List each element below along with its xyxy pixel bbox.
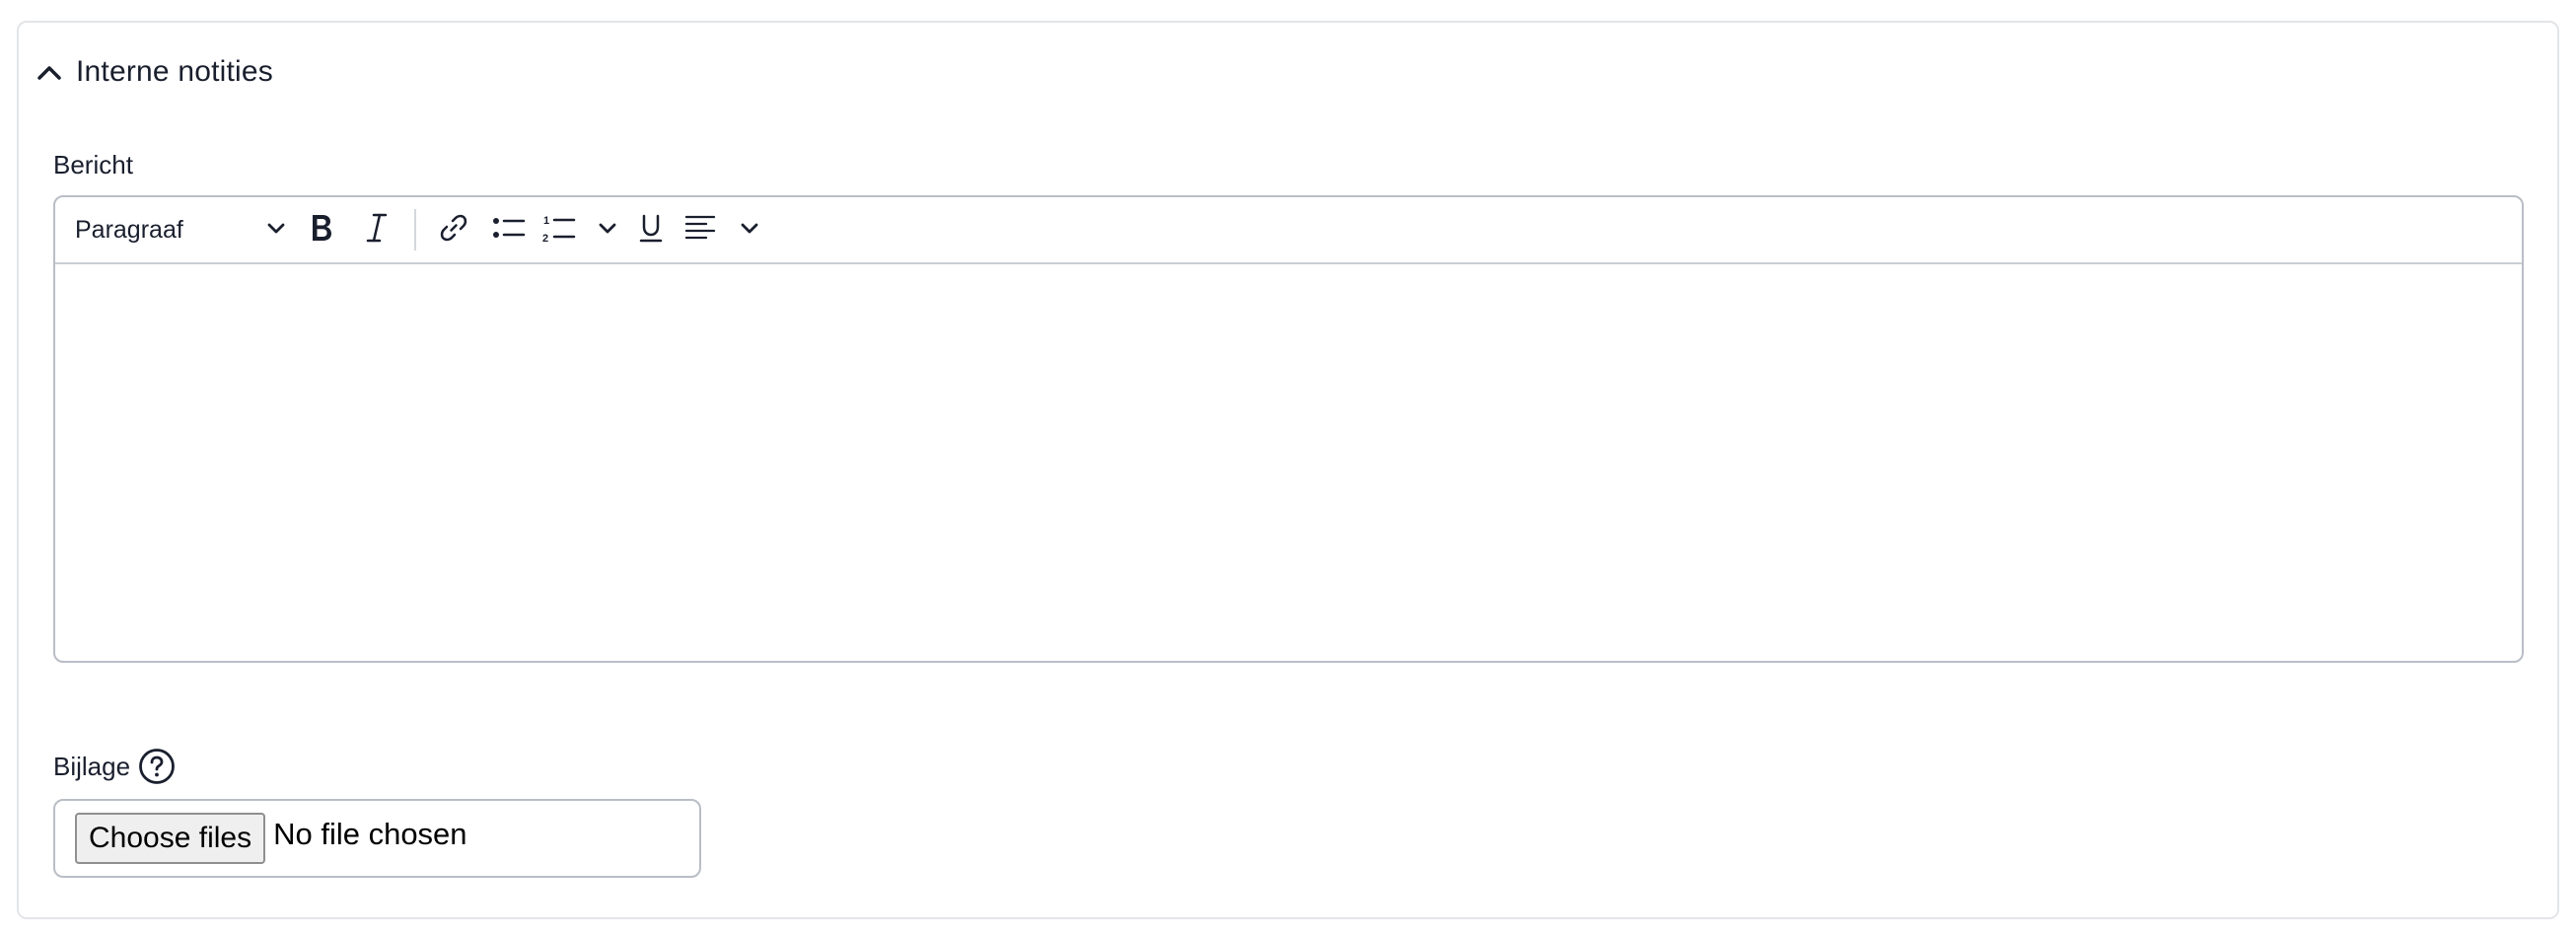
- link-icon: [439, 213, 468, 248]
- paragraph-style-label: Paragraaf: [75, 215, 183, 244]
- file-status-text: No file chosen: [273, 817, 467, 851]
- align-left-icon: [684, 213, 716, 248]
- bold-icon: [308, 212, 335, 249]
- help-icon[interactable]: [138, 748, 176, 785]
- chevron-down-icon: [266, 221, 286, 240]
- bulleted-list-icon: [492, 213, 526, 248]
- paragraph-style-dropdown[interactable]: Paragraaf: [75, 204, 294, 255]
- svg-text:1: 1: [543, 215, 549, 227]
- bold-button[interactable]: [300, 204, 343, 255]
- chevron-down-icon: [598, 221, 617, 240]
- message-editor-body[interactable]: [55, 264, 2522, 661]
- section-title: Interne notities: [76, 55, 273, 88]
- italic-icon: [365, 212, 389, 249]
- numbered-list-button[interactable]: 1 2: [542, 204, 617, 255]
- rich-text-editor: Paragraaf 1 2: [53, 195, 2524, 663]
- file-upload-field: Choose files No file chosen: [53, 799, 701, 878]
- attachment-label-row: Bijlage: [53, 746, 176, 787]
- choose-files-button[interactable]: Choose files: [75, 813, 266, 864]
- editor-toolbar: Paragraaf 1 2: [55, 197, 2522, 264]
- italic-button[interactable]: [355, 204, 398, 255]
- chevron-down-icon: [740, 221, 759, 240]
- attachment-label: Bijlage: [53, 751, 131, 781]
- svg-text:2: 2: [542, 233, 548, 244]
- alignment-button[interactable]: [684, 204, 759, 255]
- message-label: Bericht: [53, 150, 133, 180]
- bulleted-list-button[interactable]: [487, 204, 531, 255]
- toolbar-separator: [414, 209, 416, 251]
- numbered-list-icon: 1 2: [542, 212, 576, 249]
- underline-button[interactable]: [629, 204, 673, 255]
- chevron-up-icon: [33, 55, 66, 89]
- link-button[interactable]: [432, 204, 475, 255]
- internal-notes-toggle[interactable]: Interne notities: [33, 47, 273, 97]
- underline-icon: [637, 212, 665, 249]
